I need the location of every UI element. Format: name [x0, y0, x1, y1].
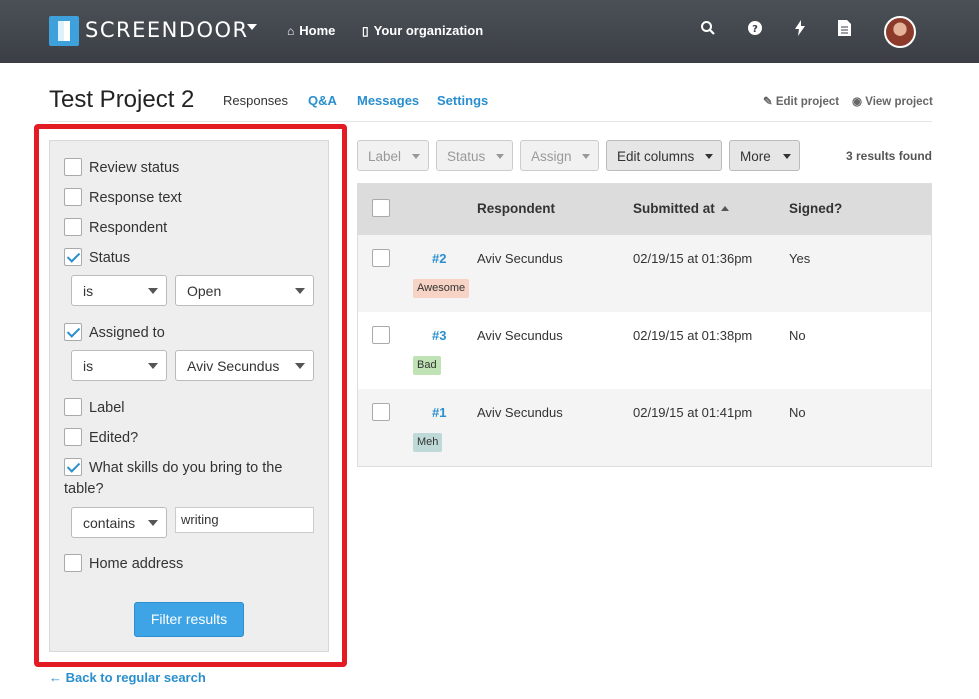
response-text-label: Response text — [89, 190, 182, 206]
view-project-link[interactable]: ◉ View project — [852, 94, 933, 108]
tab-responses[interactable]: Responses — [223, 93, 288, 108]
assigned-to-label: Assigned to — [89, 325, 165, 341]
chevron-down-icon — [412, 154, 420, 159]
nav-organization-link[interactable]: ▯ Your organization — [362, 23, 483, 38]
table-row[interactable]: #3 Aviv Secundus 02/19/15 at 01:38pm No … — [358, 312, 931, 389]
chevron-down-icon — [496, 154, 504, 159]
svg-text:?: ? — [752, 24, 758, 35]
response-id-link[interactable]: #1 — [432, 405, 446, 420]
chevron-down-icon — [148, 520, 158, 526]
chevron-down-icon — [582, 154, 590, 159]
more-dropdown-button[interactable]: More — [729, 140, 800, 171]
edited-label: Edited? — [89, 430, 139, 446]
column-header-submitted-at[interactable]: Submitted at — [633, 201, 729, 216]
nav-home-link[interactable]: ⌂ Home — [287, 23, 335, 38]
skills-checkbox[interactable] — [64, 458, 82, 476]
review-status-checkbox[interactable] — [64, 158, 82, 176]
tab-settings[interactable]: Settings — [437, 93, 488, 108]
respondent-checkbox[interactable] — [64, 218, 82, 236]
table-row[interactable]: #2 Aviv Secundus 02/19/15 at 01:36pm Yes… — [358, 235, 931, 312]
label-filter-label: Label — [89, 400, 125, 416]
status-checkbox[interactable] — [64, 248, 82, 266]
home-icon: ⌂ — [287, 24, 295, 38]
skills-operator-select[interactable]: contains — [71, 507, 167, 538]
chevron-down-icon — [148, 363, 158, 369]
label-tag[interactable]: Meh — [413, 433, 443, 452]
page-title: Test Project 2 — [49, 86, 195, 113]
status-value-select[interactable]: Open — [175, 275, 314, 306]
submitted-at-cell: 02/19/15 at 01:38pm — [633, 328, 753, 343]
tab-qa[interactable]: Q&A — [308, 93, 337, 108]
signed-cell: No — [789, 328, 806, 343]
respondent-label: Respondent — [89, 220, 168, 236]
sort-ascending-icon — [720, 206, 729, 211]
eye-icon: ◉ — [852, 96, 863, 108]
row-checkbox[interactable] — [372, 249, 390, 267]
top-navbar: SCREENDOOR ⌂ Home ▯ Your organization ? — [0, 0, 979, 63]
status-operator-select[interactable]: is — [71, 275, 167, 306]
edited-checkbox[interactable] — [64, 428, 82, 446]
tab-messages[interactable]: Messages — [357, 93, 419, 108]
edit-project-link[interactable]: ✎ Edit project — [763, 94, 839, 108]
label-dropdown-button[interactable]: Label — [357, 140, 429, 171]
chevron-down-icon — [705, 154, 713, 159]
label-checkbox[interactable] — [64, 398, 82, 416]
skills-text-input[interactable]: writing — [175, 507, 314, 533]
review-status-label: Review status — [89, 160, 180, 176]
response-id-link[interactable]: #2 — [432, 251, 446, 266]
select-all-checkbox[interactable] — [372, 199, 390, 217]
home-address-checkbox[interactable] — [64, 554, 82, 572]
label-tag[interactable]: Awesome — [413, 279, 470, 298]
column-header-signed[interactable]: Signed? — [789, 201, 842, 216]
brand-name[interactable]: SCREENDOOR — [85, 18, 249, 42]
signed-cell: No — [789, 405, 806, 420]
status-dropdown-button[interactable]: Status — [436, 140, 513, 171]
table-row[interactable]: #1 Aviv Secundus 02/19/15 at 01:41pm No … — [358, 389, 931, 466]
header-divider — [49, 121, 932, 122]
chevron-down-icon — [783, 154, 791, 159]
assign-dropdown-button[interactable]: Assign — [520, 140, 599, 171]
chevron-down-icon — [295, 363, 305, 369]
building-icon: ▯ — [362, 24, 369, 38]
response-text-checkbox[interactable] — [64, 188, 82, 206]
skills-label-continued: table? — [64, 481, 104, 497]
help-icon[interactable]: ? — [745, 20, 765, 42]
signed-cell: Yes — [789, 251, 811, 266]
column-header-respondent[interactable]: Respondent — [477, 201, 555, 216]
filter-results-button[interactable]: Filter results — [134, 602, 244, 637]
chevron-down-icon — [295, 288, 305, 294]
brand-menu-caret-icon[interactable] — [247, 24, 257, 30]
respondent-cell: Aviv Secundus — [477, 328, 563, 343]
edit-columns-dropdown-button[interactable]: Edit columns — [606, 140, 722, 171]
row-checkbox[interactable] — [372, 326, 390, 344]
screendoor-logo-icon[interactable] — [49, 16, 79, 46]
response-id-link[interactable]: #3 — [432, 328, 446, 343]
assigned-operator-select[interactable]: is — [71, 350, 167, 381]
back-to-regular-search-link[interactable]: ← Back to regular search — [49, 670, 206, 685]
table-header: Respondent Submitted at Signed? — [358, 184, 931, 235]
chevron-down-icon — [148, 288, 158, 294]
row-checkbox[interactable] — [372, 403, 390, 421]
skills-label: What skills do you bring to the — [89, 460, 283, 476]
user-avatar[interactable] — [884, 16, 916, 48]
status-label: Status — [89, 250, 131, 266]
submitted-at-cell: 02/19/15 at 01:41pm — [633, 405, 753, 420]
search-icon[interactable] — [698, 20, 718, 42]
pencil-icon: ✎ — [763, 96, 773, 108]
home-address-label: Home address — [89, 556, 184, 572]
respondent-cell: Aviv Secundus — [477, 405, 563, 420]
responses-table: Respondent Submitted at Signed? #2 Aviv … — [357, 183, 932, 467]
assigned-to-checkbox[interactable] — [64, 323, 82, 341]
document-icon[interactable] — [834, 20, 854, 42]
bolt-icon[interactable] — [790, 20, 810, 42]
assigned-value-select[interactable]: Aviv Secundus — [175, 350, 314, 381]
label-tag[interactable]: Bad — [413, 356, 441, 375]
results-count: 3 results found — [846, 149, 933, 163]
submitted-at-cell: 02/19/15 at 01:36pm — [633, 251, 753, 266]
respondent-cell: Aviv Secundus — [477, 251, 563, 266]
